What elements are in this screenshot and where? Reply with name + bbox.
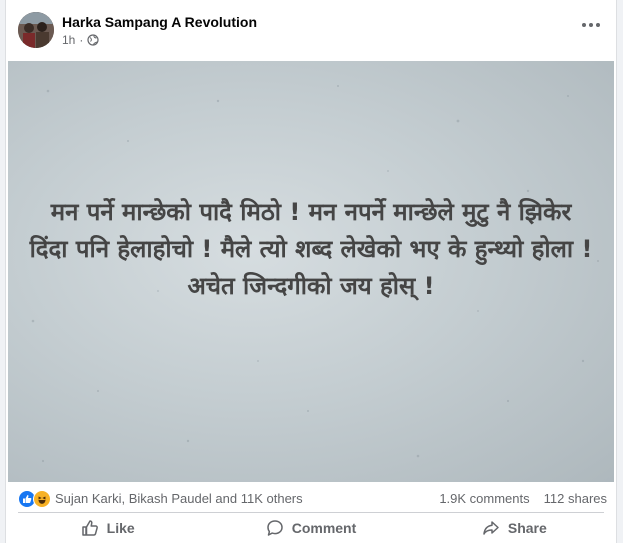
more-horizontal-icon	[582, 23, 600, 27]
avatar-photo	[18, 12, 54, 48]
like-button[interactable]: Like	[6, 513, 209, 543]
reaction-names[interactable]: Sujan Karki, Bikash Paudel and 11K other…	[55, 491, 303, 506]
share-button[interactable]: Share	[413, 513, 616, 543]
post-text: मन पर्ने मान्छेको पादै मिठो ! मन नपर्ने …	[29, 198, 593, 300]
author-avatar[interactable]	[18, 12, 54, 48]
comment-label: Comment	[291, 520, 357, 536]
post-meta: 1h ·	[62, 33, 99, 47]
meta-separator: ·	[79, 33, 84, 47]
share-icon	[483, 521, 499, 535]
engagement-counts: 1.9K comments 112 shares	[439, 491, 607, 506]
comment-icon	[266, 520, 283, 536]
reaction-icons[interactable]	[18, 490, 51, 508]
reactions-bar: Sujan Karki, Bikash Paudel and 11K other…	[6, 484, 616, 514]
share-label: Share	[507, 520, 547, 536]
haha-icon	[33, 490, 51, 508]
author-name[interactable]: Harka Sampang A Revolution	[62, 14, 257, 30]
globe-icon	[87, 34, 99, 46]
post-image[interactable]: मन पर्ने मान्छेको पादै मिठो ! मन नपर्ने …	[8, 61, 614, 482]
more-options-button[interactable]	[578, 16, 604, 34]
share-count[interactable]: 112 shares	[544, 491, 607, 506]
post-header: Harka Sampang A Revolution 1h ·	[6, 0, 616, 58]
thumbs-up-icon	[81, 520, 98, 536]
post-actions: Like Comment Share	[6, 513, 616, 543]
comment-count[interactable]: 1.9K comments	[439, 491, 529, 506]
post-card: Harka Sampang A Revolution 1h · मन पर्ने…	[5, 0, 617, 543]
comment-button[interactable]: Comment	[209, 513, 412, 543]
like-label: Like	[106, 520, 135, 536]
post-time[interactable]: 1h	[62, 33, 75, 47]
